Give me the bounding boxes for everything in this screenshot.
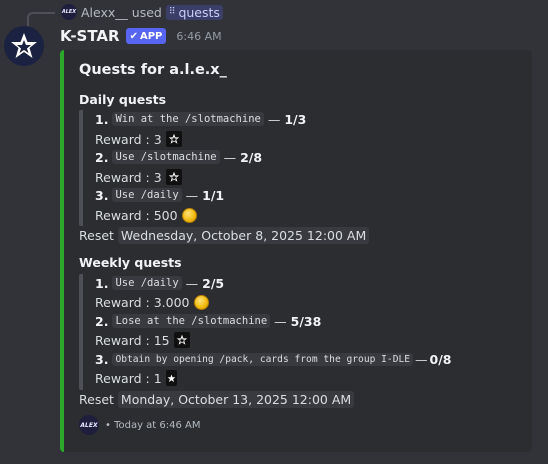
quest-task: Use /slotmachine xyxy=(112,150,220,164)
reward-label: Reward : 500 xyxy=(95,207,178,223)
quest-number: 3. xyxy=(95,187,109,203)
separator: — xyxy=(223,149,237,165)
command-label: quests xyxy=(178,4,220,20)
separator: — xyxy=(267,111,281,127)
bot-avatar[interactable] xyxy=(4,26,44,66)
app-badge: ✔ APP xyxy=(125,28,167,44)
reward-label: Reward : 3 xyxy=(95,169,162,185)
embed-title: Quests for a.l.e.x_ xyxy=(79,62,227,78)
message-container: ALEX Alexx__ used ⠿ quests K-STAR ✔ APP … xyxy=(0,0,548,464)
weekly-reset-line: Reset Monday, October 13, 2025 12:00 AM xyxy=(79,390,355,408)
star-card-icon xyxy=(173,332,190,348)
quest-task: Use /daily xyxy=(112,276,182,290)
quest-number: 3. xyxy=(95,351,109,367)
embed-footer: ALEX • Today at 6:46 AM xyxy=(79,414,201,436)
star-card-icon xyxy=(165,131,182,147)
weekly-quests-list: 1. Use /daily — 2/5 Reward : 3.000 2. Lo… xyxy=(79,274,523,390)
reward-label: Reward : 3.000 xyxy=(95,294,190,310)
verified-check-icon: ✔ xyxy=(129,30,138,42)
daily-reset-line: Reset Wednesday, October 8, 2025 12:00 A… xyxy=(79,226,370,244)
user-avatar-text: ALEX xyxy=(61,9,77,15)
quest-progress: 1/1 xyxy=(202,187,225,203)
slash-command-icon: ⠿ xyxy=(168,7,176,17)
separator: — xyxy=(185,275,199,291)
separator: — xyxy=(274,313,287,329)
reward-label: Reward : 1 xyxy=(95,370,162,386)
quest-task: Win at the /slotmachine xyxy=(112,112,264,126)
quest-reward: Reward : 3 xyxy=(95,168,182,186)
quest-progress: 5/38 xyxy=(290,313,322,329)
quest-number: 1. xyxy=(95,111,109,127)
footer-avatar: ALEX xyxy=(79,415,99,435)
star-logo-icon xyxy=(11,33,37,58)
separator: — xyxy=(415,351,428,367)
quest-reward: Reward : 15 xyxy=(95,331,190,349)
reply-spine xyxy=(27,12,55,28)
footer-avatar-text: ALEX xyxy=(80,421,98,429)
user-avatar[interactable]: ALEX xyxy=(61,4,77,20)
quest-number: 2. xyxy=(95,149,109,165)
quest-line: 2. Lose at the /slotmachine — 5/38 xyxy=(95,312,321,330)
daily-quests-title: Daily quests xyxy=(79,92,167,107)
reward-label: Reward : 15 xyxy=(95,332,170,348)
app-badge-label: APP xyxy=(139,30,163,42)
reset-label: Reset xyxy=(79,227,114,243)
weekly-quests-title: Weekly quests xyxy=(79,255,182,270)
quest-progress: 2/5 xyxy=(202,275,225,291)
coin-icon xyxy=(193,294,209,310)
quest-line: 3. Use /daily — 1/1 xyxy=(95,186,224,204)
coin-icon xyxy=(181,207,197,223)
quest-reward: Reward : 3 xyxy=(95,130,182,148)
card-icon xyxy=(165,370,177,386)
message-timestamp[interactable]: 6:46 AM xyxy=(176,30,221,43)
quest-task: Use /daily xyxy=(112,188,182,202)
quest-task: Lose at the /slotmachine xyxy=(112,314,271,328)
reply-used-text: used xyxy=(131,4,162,20)
quest-task: Obtain by opening /pack, cards from the … xyxy=(112,352,414,366)
command-reply-line[interactable]: ALEX Alexx__ used ⠿ quests xyxy=(61,3,223,21)
separator: — xyxy=(185,187,199,203)
quest-number: 1. xyxy=(95,275,109,291)
quest-progress: 2/8 xyxy=(240,149,263,165)
reward-label: Reward : 3 xyxy=(95,131,162,147)
quest-reward: Reward : 1 xyxy=(95,369,177,387)
reply-username[interactable]: Alexx__ xyxy=(81,5,128,20)
quest-number: 2. xyxy=(95,313,109,329)
command-name[interactable]: ⠿ quests xyxy=(165,4,223,20)
quest-line: 1. Use /daily — 2/5 xyxy=(95,274,224,292)
author-name[interactable]: K-STAR xyxy=(60,27,120,45)
quest-embed: Quests for a.l.e.x_ Daily quests 1. Win … xyxy=(60,50,532,452)
reset-date[interactable]: Monday, October 13, 2025 12:00 AM xyxy=(117,390,355,408)
quest-reward: Reward : 500 xyxy=(95,206,197,224)
star-card-icon xyxy=(165,169,182,185)
quest-reward: Reward : 3.000 xyxy=(95,293,209,311)
quest-progress: 1/3 xyxy=(284,111,307,127)
quest-line: 1. Win at the /slotmachine — 1/3 xyxy=(95,110,306,128)
reset-date[interactable]: Wednesday, October 8, 2025 12:00 AM xyxy=(117,226,370,244)
daily-quests-list: 1. Win at the /slotmachine — 1/3 Reward … xyxy=(79,110,523,226)
reset-label: Reset xyxy=(79,391,114,407)
message-header: K-STAR ✔ APP 6:46 AM xyxy=(60,26,222,46)
quest-progress: 0/8 xyxy=(429,351,452,367)
footer-text: • Today at 6:46 AM xyxy=(105,419,201,431)
quest-line: 3. Obtain by opening /pack, cards from t… xyxy=(95,350,452,368)
quest-line: 2. Use /slotmachine — 2/8 xyxy=(95,148,262,166)
